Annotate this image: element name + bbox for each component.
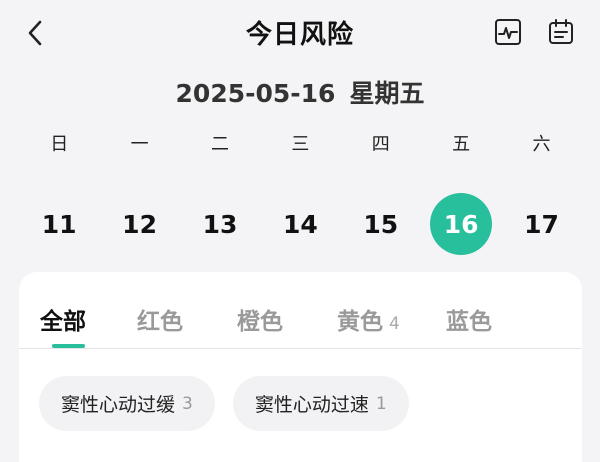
date-number: 11	[41, 209, 77, 239]
active-tab-indicator	[52, 344, 85, 348]
tab-label: 橙色	[237, 309, 283, 335]
risk-chip-count: 1	[375, 393, 387, 414]
date-number: 12	[122, 209, 157, 239]
risk-level-tabs: 全部 红色 橙色 黄色 4 蓝色	[19, 272, 582, 349]
calendar-button[interactable]	[545, 18, 577, 50]
current-date: 2025-05-16 星期五	[0, 74, 600, 110]
tab-yellow[interactable]: 黄色 4	[337, 302, 400, 336]
tab-count: 4	[389, 314, 400, 334]
date-number: 17	[524, 209, 559, 239]
weekday-label: 日	[50, 134, 69, 155]
risk-panel: 全部 红色 橙色 黄色 4 蓝色 窦性心动过缓 3 窦性心动过速 1	[19, 272, 582, 462]
date-number: 15	[363, 209, 399, 239]
tab-blue[interactable]: 蓝色	[446, 302, 492, 336]
risk-chip-label: 窦性心动过缓	[61, 394, 176, 416]
date-number: 14	[282, 209, 318, 239]
weekday-label: 六	[532, 134, 551, 155]
heartbeat-chart-button[interactable]	[492, 18, 524, 50]
date-cell[interactable]: 12	[99, 193, 179, 255]
tab-label: 蓝色	[446, 309, 492, 335]
weekday-label: 四	[371, 134, 390, 155]
weekday-label: 五	[452, 134, 471, 155]
tab-orange[interactable]: 橙色	[237, 302, 283, 336]
weekday-header: 日 一 二 三 四 五 六	[19, 130, 582, 156]
risk-chip-label: 窦性心动过速	[254, 394, 369, 416]
date-cell[interactable]: 14	[260, 193, 340, 255]
tab-label: 黄色	[337, 309, 383, 335]
date-strip: 11 12 13 14 15 16 17	[19, 193, 582, 255]
date-cell[interactable]: 11	[19, 193, 99, 255]
risk-chip-count: 3	[182, 393, 193, 414]
tab-all[interactable]: 全部	[40, 302, 86, 336]
weekday-label: 二	[210, 134, 229, 155]
risk-chip-list: 窦性心动过缓 3 窦性心动过速 1	[39, 376, 427, 431]
date-cell[interactable]: 13	[180, 193, 260, 255]
date-number: 13	[202, 209, 238, 239]
calendar-icon	[547, 18, 575, 50]
date-text: 2025-05-16	[175, 79, 336, 108]
tab-red[interactable]: 红色	[137, 302, 183, 336]
tab-label: 红色	[137, 309, 183, 335]
weekday-label: 三	[291, 134, 310, 155]
date-cell-selected[interactable]: 16	[421, 193, 501, 255]
app-header: 今日风险	[0, 0, 600, 70]
risk-chip[interactable]: 窦性心动过缓 3	[39, 376, 215, 431]
date-cell[interactable]: 17	[501, 193, 581, 255]
tab-label: 全部	[40, 309, 86, 335]
risk-chip[interactable]: 窦性心动过速 1	[232, 376, 409, 431]
weekday-label: 一	[130, 134, 149, 155]
heartbeat-chart-icon	[494, 18, 522, 50]
date-cell[interactable]: 15	[341, 193, 421, 255]
date-number: 16	[430, 193, 493, 255]
weekday-text: 星期五	[349, 79, 425, 108]
